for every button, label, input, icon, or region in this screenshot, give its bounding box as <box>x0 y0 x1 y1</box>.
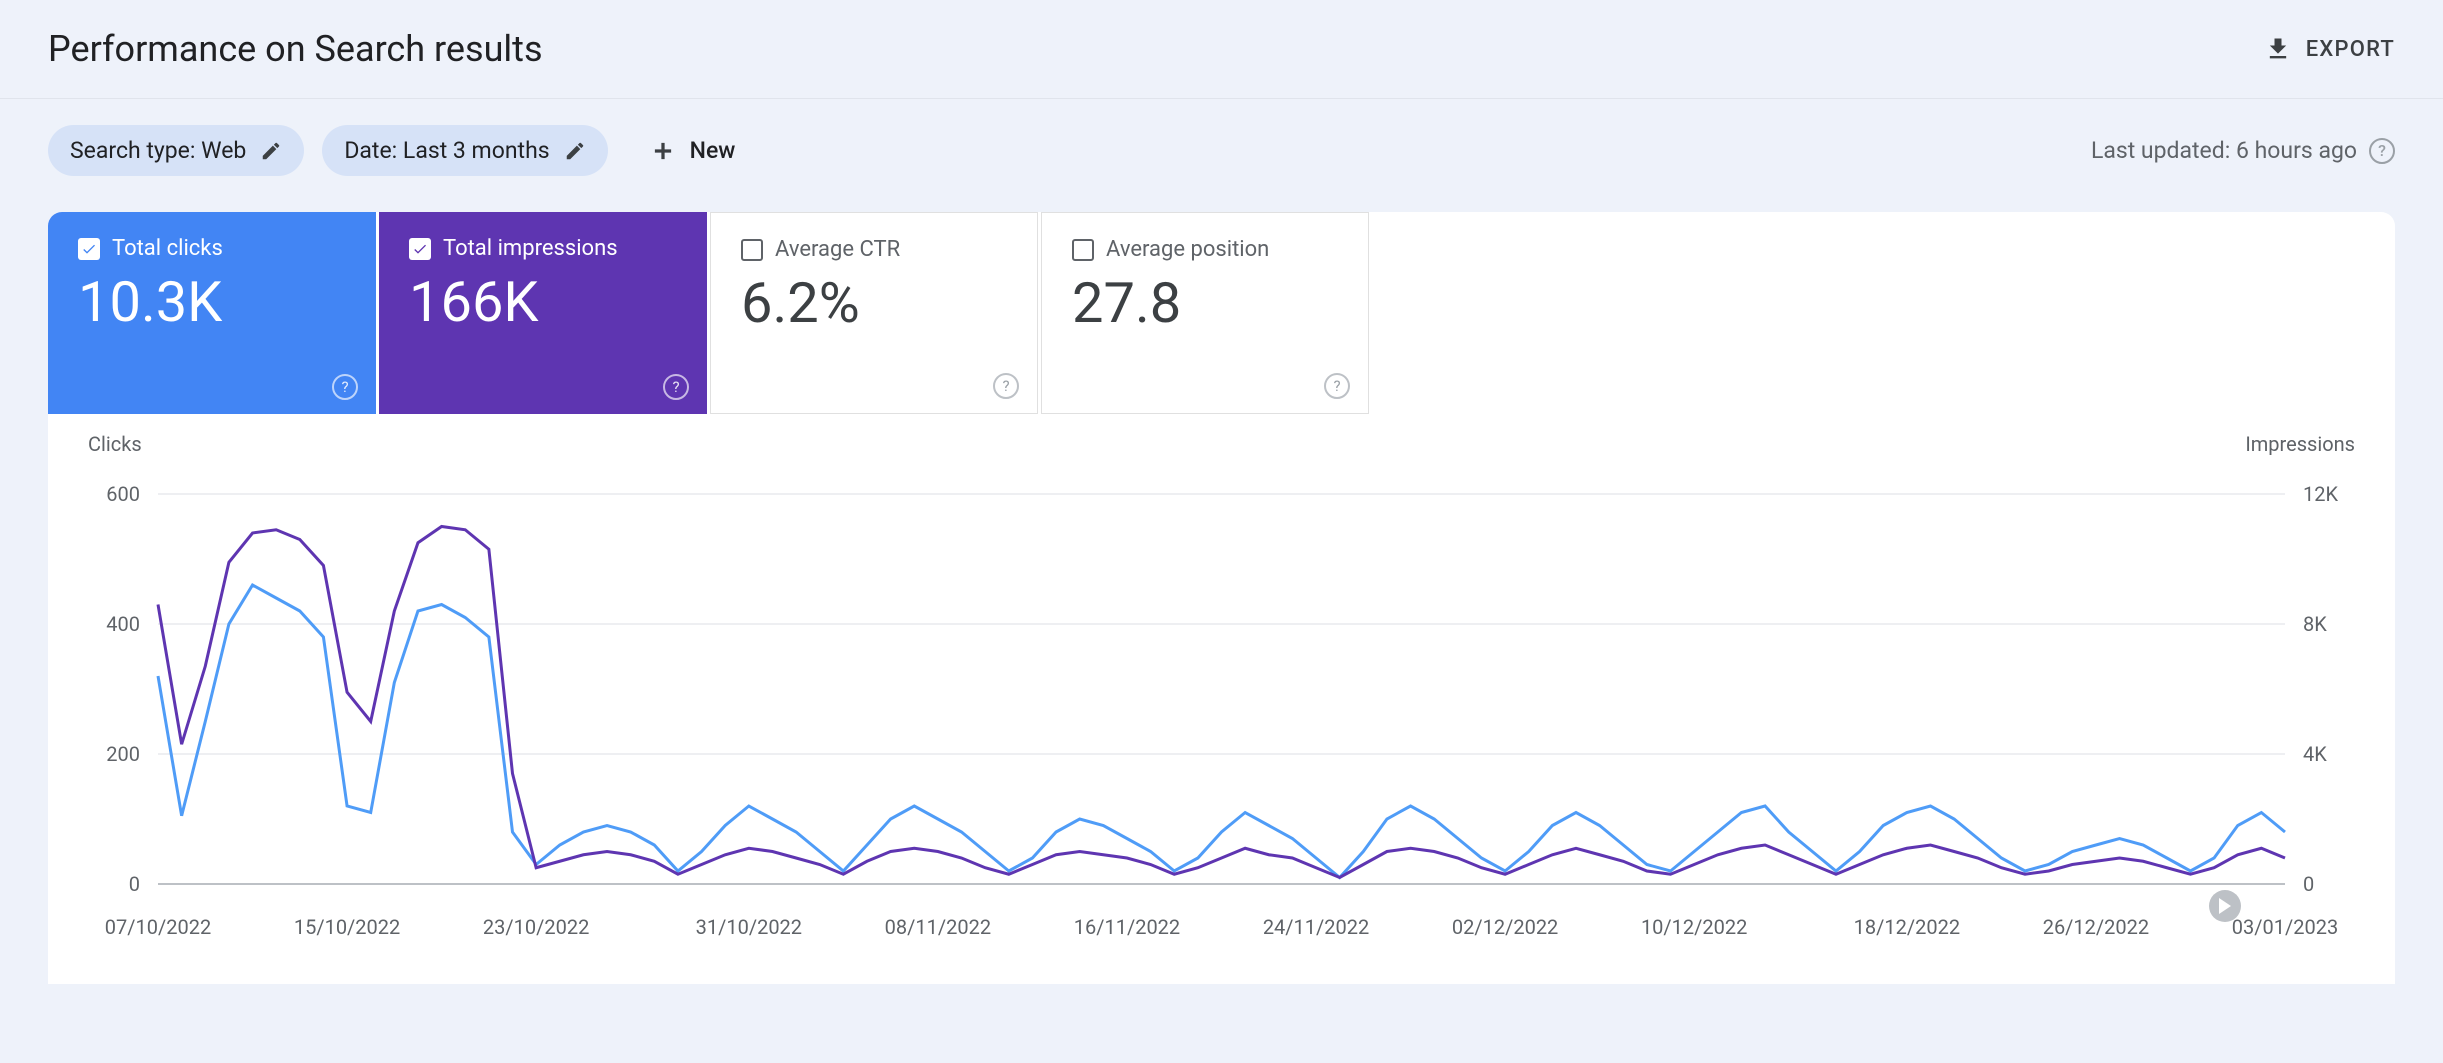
filter-chip-date[interactable]: Date: Last 3 months <box>322 125 607 176</box>
svg-text:07/10/2022: 07/10/2022 <box>105 915 211 939</box>
svg-text:8K: 8K <box>2303 612 2327 636</box>
metric-value: 27.8 <box>1072 270 1338 336</box>
metric-label: Total clicks <box>112 236 223 261</box>
help-icon[interactable]: ? <box>2369 138 2395 164</box>
svg-text:02/12/2022: 02/12/2022 <box>1452 915 1558 939</box>
performance-card: Total clicks 10.3K ? Total impressions 1… <box>48 212 2395 984</box>
metric-tabs: Total clicks 10.3K ? Total impressions 1… <box>48 212 2395 414</box>
metric-label: Average CTR <box>775 237 900 262</box>
svg-text:26/12/2022: 26/12/2022 <box>2043 915 2149 939</box>
svg-text:10/12/2022: 10/12/2022 <box>1641 915 1747 939</box>
add-filter-label: New <box>690 137 736 164</box>
svg-text:31/10/2022: 31/10/2022 <box>696 915 802 939</box>
svg-text:23/10/2022: 23/10/2022 <box>483 915 589 939</box>
help-icon[interactable]: ? <box>663 374 689 400</box>
last-updated: Last updated: 6 hours ago ? <box>2091 137 2395 164</box>
metric-tab-position[interactable]: Average position 27.8 ? <box>1041 212 1369 414</box>
performance-chart[interactable]: 600 12K 400 8K 200 4K 0 0 07/10/2022 15/10/2022 23… <box>88 444 2355 984</box>
metric-tab-ctr[interactable]: Average CTR 6.2% ? <box>710 212 1038 414</box>
svg-text:03/01/2023: 03/01/2023 <box>2232 915 2338 939</box>
svg-text:15/10/2022: 15/10/2022 <box>294 915 400 939</box>
filter-row: Search type: Web Date: Last 3 months New… <box>0 99 2443 202</box>
metric-label: Total impressions <box>443 236 618 261</box>
svg-text:12K: 12K <box>2303 482 2338 506</box>
page-title: Performance on Search results <box>48 28 543 70</box>
svg-text:08/11/2022: 08/11/2022 <box>885 915 991 939</box>
export-label: EXPORT <box>2306 37 2395 62</box>
metric-value: 10.3K <box>78 269 346 335</box>
metric-tab-clicks[interactable]: Total clicks 10.3K ? <box>48 212 376 414</box>
chart-container: Clicks Impressions 600 12K 400 8K 200 4K 0 0 07/… <box>48 414 2395 984</box>
plus-icon <box>650 138 676 164</box>
svg-text:18/12/2022: 18/12/2022 <box>1854 915 1960 939</box>
filter-chip-label: Date: Last 3 months <box>344 137 549 164</box>
checkbox-checked-icon <box>409 238 431 260</box>
metric-value: 166K <box>409 269 677 335</box>
svg-text:600: 600 <box>106 482 140 506</box>
export-button[interactable]: EXPORT <box>2264 35 2395 63</box>
checkbox-unchecked-icon <box>741 239 763 261</box>
svg-text:24/11/2022: 24/11/2022 <box>1263 915 1369 939</box>
svg-text:400: 400 <box>106 612 140 636</box>
pencil-icon <box>260 140 282 162</box>
metric-tab-impressions[interactable]: Total impressions 166K ? <box>379 212 707 414</box>
filter-chip-search-type[interactable]: Search type: Web <box>48 125 304 176</box>
download-icon <box>2264 35 2292 63</box>
pencil-icon <box>564 140 586 162</box>
add-filter-button[interactable]: New <box>636 127 750 174</box>
filter-chip-label: Search type: Web <box>70 137 246 164</box>
header: Performance on Search results EXPORT <box>0 0 2443 99</box>
svg-text:0: 0 <box>129 872 140 896</box>
svg-text:4K: 4K <box>2303 742 2327 766</box>
metric-value: 6.2% <box>741 270 1007 336</box>
checkbox-unchecked-icon <box>1072 239 1094 261</box>
help-icon[interactable]: ? <box>332 374 358 400</box>
y-axis-right-title: Impressions <box>2245 432 2355 456</box>
svg-text:16/11/2022: 16/11/2022 <box>1074 915 1180 939</box>
checkbox-checked-icon <box>78 238 100 260</box>
help-icon[interactable]: ? <box>1324 373 1350 399</box>
y-axis-left-title: Clicks <box>88 432 142 456</box>
help-icon[interactable]: ? <box>993 373 1019 399</box>
metric-label: Average position <box>1106 237 1269 262</box>
svg-text:200: 200 <box>106 742 140 766</box>
last-updated-text: Last updated: 6 hours ago <box>2091 137 2357 164</box>
svg-text:0: 0 <box>2303 872 2314 896</box>
